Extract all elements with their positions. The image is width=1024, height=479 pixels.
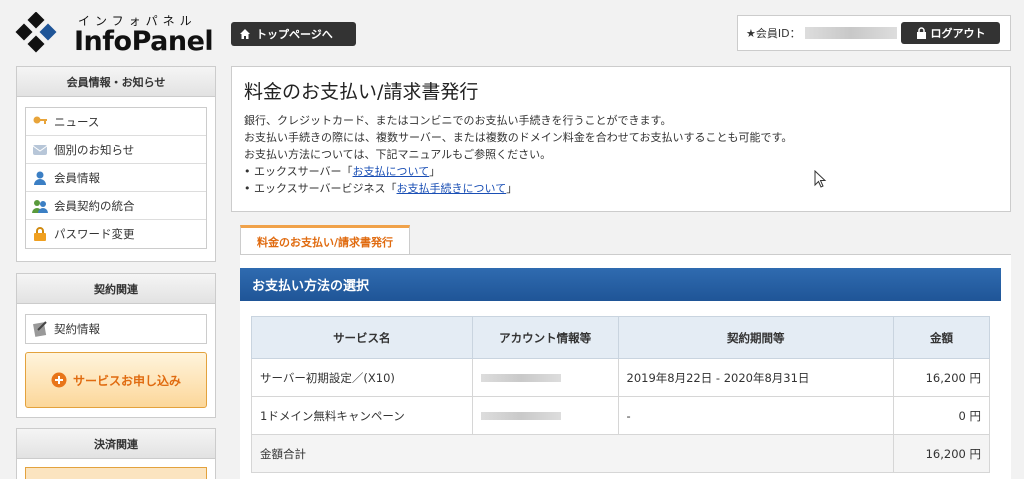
sidebar-item-password[interactable]: パスワード変更: [26, 220, 206, 248]
manual-link-item: • エックスサーバー「お支払について」: [244, 165, 441, 178]
top-page-label: トップページへ: [256, 28, 333, 41]
header-account: アカウント情報等: [471, 316, 619, 359]
cell-service: サーバー初期設定／(X10): [251, 358, 473, 397]
tab-payment-invoice[interactable]: 料金のお支払い/請求書発行: [240, 225, 410, 255]
sidebar-item-merge-contract[interactable]: 会員契約の統合: [26, 192, 206, 220]
manual-links: • エックスサーバー「お支払について」 • エックスサーバービジネス「お支払手続…: [244, 163, 998, 197]
sidebar-item-label: 会員契約の統合: [54, 198, 135, 213]
payment-table: サービス名 アカウント情報等 契約期間等 金額 サーバー初期設定／(X10) 2…: [250, 316, 990, 473]
sidebar-item-member-info[interactable]: 会員情報: [26, 164, 206, 192]
member-id-redacted: [804, 27, 897, 39]
logo-diamond-icon: [15, 12, 57, 53]
account-redacted: [480, 374, 561, 382]
sidebar-item-label: 会員情報: [54, 170, 100, 185]
header-service: サービス名: [251, 316, 473, 359]
page-title: 料金のお支払い/請求書発行: [244, 81, 479, 103]
message-icon: [32, 142, 48, 158]
panel-title-payment: 決済関連: [17, 429, 215, 459]
panel-title-contract: 契約関連: [17, 274, 215, 304]
member-id-label: ★会員ID：: [746, 27, 801, 40]
merge-users-icon: [32, 198, 48, 214]
payment-manual-link[interactable]: お支払について: [353, 165, 430, 178]
intro-box: 料金のお支払い/請求書発行 銀行、クレジットカード、またはコンビニでのお支払い手…: [231, 66, 1011, 212]
cell-period: -: [617, 396, 895, 435]
sidebar-item-label: 個別のお知らせ: [54, 142, 135, 157]
table-row: 1ドメイン無料キャンペーン - 0 円: [251, 396, 990, 435]
header-amount: 金額: [893, 316, 990, 359]
cell-total-label: 金額合計: [250, 434, 895, 473]
contract-menu: 契約情報: [25, 314, 207, 344]
business-payment-manual-link[interactable]: お支払手続きについて: [397, 182, 507, 195]
intro-text-3: お支払い方法については、下記マニュアルもご参照ください。: [244, 148, 552, 161]
infopanel-logo[interactable]: インフォパネル InfoPanel: [14, 10, 214, 58]
intro-text-2: お支払い手続きの際には、複数サーバー、または複数のドメイン料金を合わせてお支払い…: [244, 131, 793, 144]
sidebar-item-label: ニュース: [54, 114, 100, 129]
service-apply-button[interactable]: サービスお申し込み: [25, 352, 207, 408]
sidebar-item-contract-info[interactable]: 契約情報: [26, 315, 206, 343]
sidebar-item-notices[interactable]: 個別のお知らせ: [26, 136, 206, 164]
cell-amount: 0 円: [893, 396, 990, 435]
logo-name: InfoPanel: [74, 26, 214, 57]
table-row: サーバー初期設定／(X10) 2019年8月22日 - 2020年8月31日 1…: [251, 358, 990, 397]
cell-total-amount: 16,200 円: [893, 434, 990, 473]
section-title: お支払い方法の選択: [240, 268, 1001, 301]
service-apply-label: サービスお申し込み: [72, 373, 181, 388]
home-icon: [240, 29, 250, 39]
mouse-cursor-icon: [814, 170, 827, 188]
key-icon: [32, 114, 48, 130]
payment-menu-cutoff: [25, 467, 207, 479]
header-period: 契約期間等: [617, 316, 895, 359]
document-icon: [32, 321, 48, 337]
intro-text-1: 銀行、クレジットカード、またはコンビニでのお支払い手続きを行うことができます。: [244, 114, 672, 127]
member-menu: ニュース 個別のお知らせ 会員情報 会員契約の統合 パスワード変更: [25, 107, 207, 249]
sidebar-panel-member: 会員情報・お知らせ ニュース 個別のお知らせ 会員情報 会員契約の統合 パスワー…: [16, 66, 216, 262]
person-icon: [32, 170, 48, 186]
table-total-row: 金額合計 16,200 円: [250, 434, 990, 473]
cell-account: [471, 396, 619, 435]
panel-title-member: 会員情報・お知らせ: [17, 67, 215, 97]
sidebar-panel-contract: 契約関連 契約情報 サービスお申し込み: [16, 273, 216, 418]
cell-period: 2019年8月22日 - 2020年8月31日: [617, 358, 895, 397]
cell-service: 1ドメイン無料キャンペーン: [251, 396, 473, 435]
cell-amount: 16,200 円: [893, 358, 990, 397]
sidebar-panel-payment: 決済関連: [16, 428, 216, 479]
table-header-row: サービス名 アカウント情報等 契約期間等 金額: [251, 316, 990, 359]
logout-button[interactable]: ログアウト: [901, 22, 1000, 44]
sidebar-item-news[interactable]: ニュース: [26, 108, 206, 136]
logout-label: ログアウト: [930, 27, 986, 40]
lock-icon: [916, 27, 926, 39]
cell-account: [471, 358, 619, 397]
lock-icon: [32, 226, 48, 242]
sidebar-item-label: パスワード変更: [54, 227, 135, 241]
account-redacted: [480, 412, 561, 420]
member-info-box: ★会員ID： ログアウト: [737, 15, 1011, 51]
manual-link-item: • エックスサーバービジネス「お支払手続きについて」: [244, 182, 518, 195]
top-page-button[interactable]: トップページへ: [231, 22, 356, 46]
sidebar-item-label: 契約情報: [54, 322, 100, 336]
plus-circle-icon: [51, 372, 67, 388]
